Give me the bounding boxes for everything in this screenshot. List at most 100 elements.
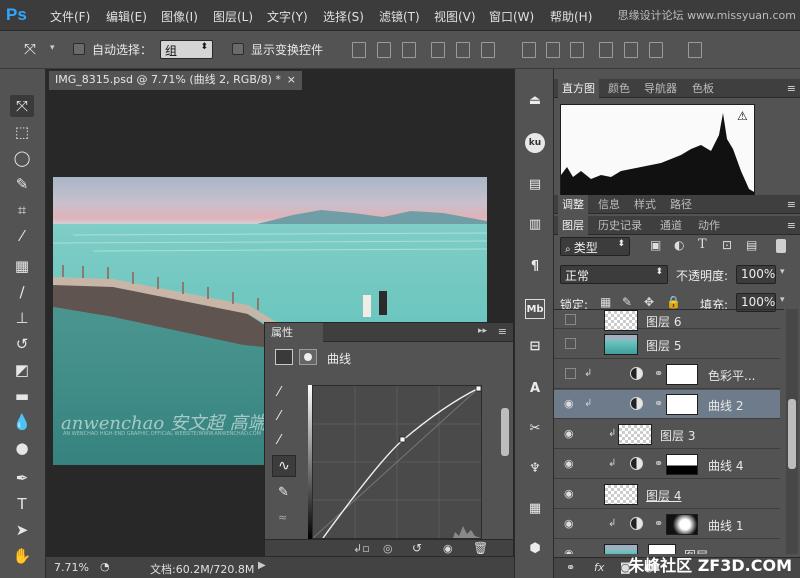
brush-presets-panel-icon[interactable]: ▥ (525, 215, 545, 235)
tab-adjustments[interactable]: 调整 (558, 195, 588, 214)
menu-type[interactable]: 文字(Y) (267, 8, 308, 25)
tab-channels[interactable]: 通道 (656, 216, 686, 235)
menu-filter[interactable]: 滤镜(T) (379, 8, 420, 25)
type-tool-icon[interactable]: T (10, 493, 34, 515)
align-top-icon[interactable] (352, 42, 366, 58)
collapse-panel-icon[interactable]: ▸▸ (478, 326, 487, 336)
clip-to-layer-icon[interactable]: ↲▫ (353, 542, 370, 555)
menu-select[interactable]: 选择(S) (323, 8, 364, 25)
fill-dropdown-icon[interactable]: ▾ (780, 295, 785, 305)
history-panel-icon[interactable]: ⏏ (525, 91, 545, 111)
align-hcenter-icon[interactable] (456, 42, 470, 58)
layer-mask-thumbnail[interactable] (666, 364, 698, 385)
distribute-bottom-icon[interactable] (570, 42, 584, 58)
lasso-tool-icon[interactable]: ◯ (10, 147, 34, 169)
mini-bridge-panel-icon[interactable]: Mb (525, 299, 545, 319)
distribute-left-icon[interactable] (599, 42, 613, 58)
filter-pixel-icon[interactable]: ▣ (650, 238, 661, 252)
character-panel-icon[interactable]: A (525, 379, 545, 399)
layer-row[interactable]: 图层 6 (554, 310, 780, 331)
reset-icon[interactable]: ↺ (412, 541, 422, 555)
quick-select-tool-icon[interactable]: ✎ (10, 173, 34, 195)
eye-icon[interactable]: ◉ (564, 518, 578, 530)
paragraph-panel-icon[interactable]: ¶ (525, 257, 545, 277)
auto-select-checkbox[interactable] (73, 43, 85, 55)
eye-icon[interactable]: ◉ (564, 458, 578, 470)
document-tab[interactable]: IMG_8315.psd @ 7.71% (曲线 2, RGB/8) * × (48, 70, 303, 90)
kuler-panel-icon[interactable]: ku (525, 133, 545, 153)
visibility-toggle-off[interactable] (565, 338, 576, 349)
layer-row[interactable]: ↲ ⚭ 色彩平... (554, 360, 780, 389)
properties-tab[interactable]: 属性 (265, 323, 323, 342)
layer-filter-dropdown[interactable]: ⌕ 类型 ⬍ (560, 237, 630, 256)
tab-actions[interactable]: 动作 (694, 216, 724, 235)
layer-mask-thumbnail[interactable] (666, 454, 698, 475)
tab-swatches[interactable]: 色板 (688, 79, 718, 98)
filter-toggle-switch[interactable] (776, 239, 786, 253)
lock-all-icon[interactable]: 🔒 (666, 295, 681, 309)
3d-panel-icon[interactable]: ⬢ (525, 539, 545, 559)
layer-mask-thumbnail[interactable] (666, 514, 698, 535)
align-right-icon[interactable] (481, 42, 495, 58)
status-menu-icon[interactable]: ◔ (100, 560, 110, 573)
healing-tool-icon[interactable]: ▦ (10, 255, 34, 277)
link-chain-icon[interactable]: ⚭ (654, 397, 663, 410)
tab-styles[interactable]: 样式 (630, 195, 660, 214)
layer-name[interactable]: 色彩平... (708, 367, 755, 384)
tab-paths[interactable]: 路径 (666, 195, 696, 214)
eyedropper-tool-icon[interactable]: ⁄ (10, 225, 34, 247)
tool-presets-panel-icon[interactable]: ✂ (525, 419, 545, 439)
visibility-icon[interactable]: ◉ (443, 542, 453, 555)
layer-row[interactable]: ◉ 图层 4 (554, 480, 780, 509)
filter-shape-icon[interactable]: ⊡ (722, 238, 732, 252)
distribute-top-icon[interactable] (522, 42, 536, 58)
auto-align-icon[interactable] (688, 42, 702, 58)
link-chain-icon[interactable]: ⚭ (654, 517, 663, 530)
close-document-icon[interactable]: × (287, 71, 296, 89)
show-transform-checkbox[interactable] (232, 43, 244, 55)
layer-row-selected[interactable]: ◉ ↲ ⚭ 曲线 2 (554, 390, 780, 419)
move-tool-icon[interactable]: ⤧ (10, 95, 34, 117)
tab-color[interactable]: 颜色 (604, 79, 634, 98)
layer-name[interactable]: 曲线 2 (708, 397, 743, 414)
filter-type-icon[interactable]: T (698, 237, 707, 252)
stamp-tool-icon[interactable]: ⊥ (10, 307, 34, 329)
layers-panel-menu-icon[interactable]: ≡ (787, 219, 796, 232)
eye-icon[interactable]: ◉ (564, 398, 578, 410)
layer-name[interactable]: 曲线 1 (708, 517, 743, 534)
layer-mask-thumbnail[interactable] (666, 394, 698, 415)
menu-help[interactable]: 帮助(H) (550, 8, 592, 25)
distribute-right-icon[interactable] (649, 42, 663, 58)
adjustments-panel-menu-icon[interactable]: ≡ (787, 198, 796, 211)
layer-name[interactable]: 曲线 4 (708, 457, 743, 474)
align-vcenter-icon[interactable] (377, 42, 391, 58)
auto-select-dropdown[interactable]: 组 ⬍ (160, 40, 213, 59)
channels-panel-icon[interactable]: ⊟ (525, 337, 545, 357)
delete-adjustment-icon[interactable]: 🗑 (473, 541, 488, 555)
eye-icon[interactable]: ◉ (564, 488, 578, 500)
lock-transparent-icon[interactable]: ▦ (600, 295, 611, 309)
tab-info[interactable]: 信息 (594, 195, 624, 214)
path-select-tool-icon[interactable]: ➤ (10, 519, 34, 541)
lock-position-icon[interactable]: ✥ (644, 295, 654, 309)
blend-mode-dropdown[interactable]: 正常 ⬍ (560, 265, 668, 284)
zoom-level[interactable]: 7.71% (54, 561, 89, 574)
properties-scrollbar[interactable] (501, 408, 509, 456)
edit-points-curve-icon[interactable]: ∿ (272, 455, 296, 477)
link-chain-icon[interactable]: ⚭ (654, 457, 663, 470)
layer-row[interactable]: ◉ ↲ ⚭ 曲线 4 (554, 450, 780, 479)
blur-tool-icon[interactable]: 💧 (10, 411, 34, 433)
align-left-icon[interactable] (431, 42, 445, 58)
filter-smart-object-icon[interactable]: ▤ (746, 238, 757, 252)
menu-file[interactable]: 文件(F) (50, 8, 90, 25)
link-chain-icon[interactable]: ⚭ (654, 367, 663, 380)
marquee-tool-icon[interactable]: ⬚ (10, 121, 34, 143)
layer-name[interactable]: 图层 4 (646, 487, 681, 504)
lock-image-icon[interactable]: ✎ (622, 295, 632, 309)
menu-edit[interactable]: 编辑(E) (106, 8, 147, 25)
status-arrow-icon[interactable]: ▶ (258, 560, 266, 571)
dodge-tool-icon[interactable]: ● (10, 437, 34, 459)
align-bottom-icon[interactable] (402, 42, 416, 58)
distribute-hcenter-icon[interactable] (624, 42, 638, 58)
layer-name[interactable]: 图层 3 (660, 427, 695, 444)
